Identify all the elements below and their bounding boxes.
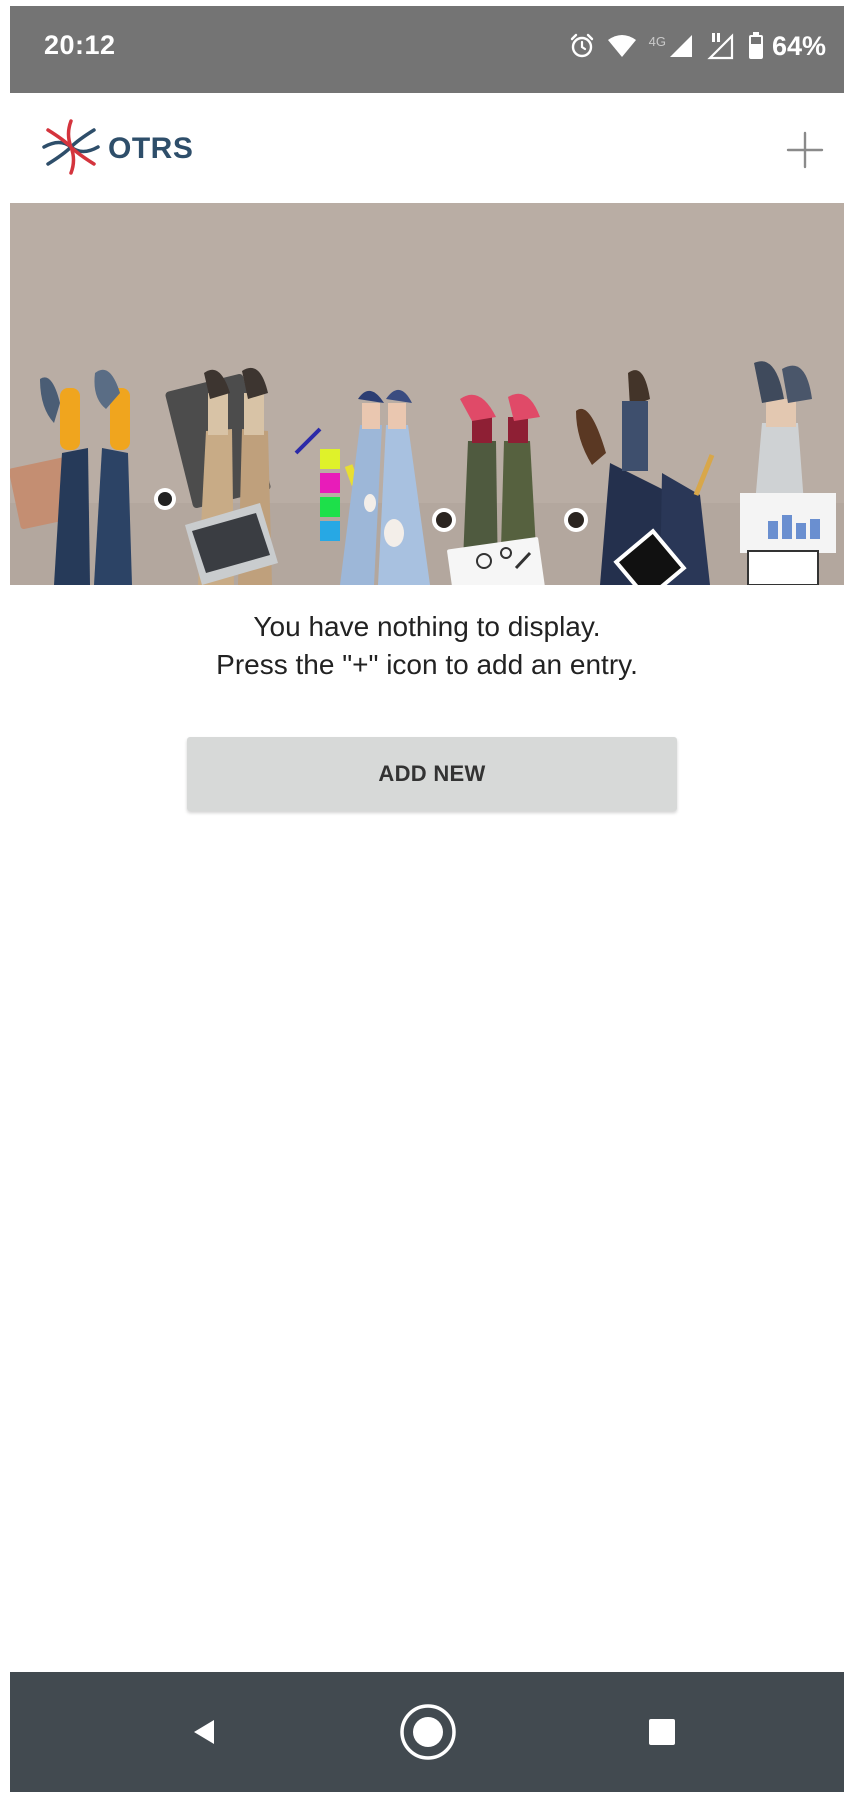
home-icon xyxy=(400,1704,456,1760)
status-icons: 4G 64% xyxy=(569,26,826,66)
empty-state-message: You have nothing to display. Press the "… xyxy=(10,608,844,684)
signal-noroaming-icon xyxy=(706,32,736,60)
back-icon xyxy=(194,1720,214,1744)
otrs-logo-icon xyxy=(40,118,102,180)
nav-home-button[interactable] xyxy=(388,1696,468,1768)
add-new-button[interactable]: ADD NEW xyxy=(187,737,677,811)
nav-back-button[interactable] xyxy=(164,1696,244,1768)
app-screen: 20:12 4G 64% OTRS You have nothing to di… xyxy=(10,6,844,1792)
system-nav-bar xyxy=(10,1672,844,1792)
otrs-logo: OTRS xyxy=(40,118,194,180)
plus-icon xyxy=(786,131,824,169)
add-entry-button[interactable] xyxy=(784,129,826,171)
status-bar: 20:12 4G 64% xyxy=(10,6,844,93)
empty-state-line-2: Press the "+" icon to add an entry. xyxy=(216,649,638,680)
network-type-label: 4G xyxy=(648,33,666,49)
wifi-icon xyxy=(607,34,637,58)
empty-state-line-1: You have nothing to display. xyxy=(253,611,601,642)
battery-icon xyxy=(748,32,764,60)
alarm-icon xyxy=(569,33,595,59)
logo-text: OTRS xyxy=(108,132,194,165)
hero-illustration xyxy=(10,203,844,585)
nav-recents-button[interactable] xyxy=(622,1696,702,1768)
battery-percent: 64% xyxy=(771,30,826,61)
app-bar: OTRS xyxy=(10,93,844,204)
recents-icon xyxy=(649,1719,675,1745)
status-time: 20:12 xyxy=(44,30,116,60)
signal-icon xyxy=(668,33,694,59)
